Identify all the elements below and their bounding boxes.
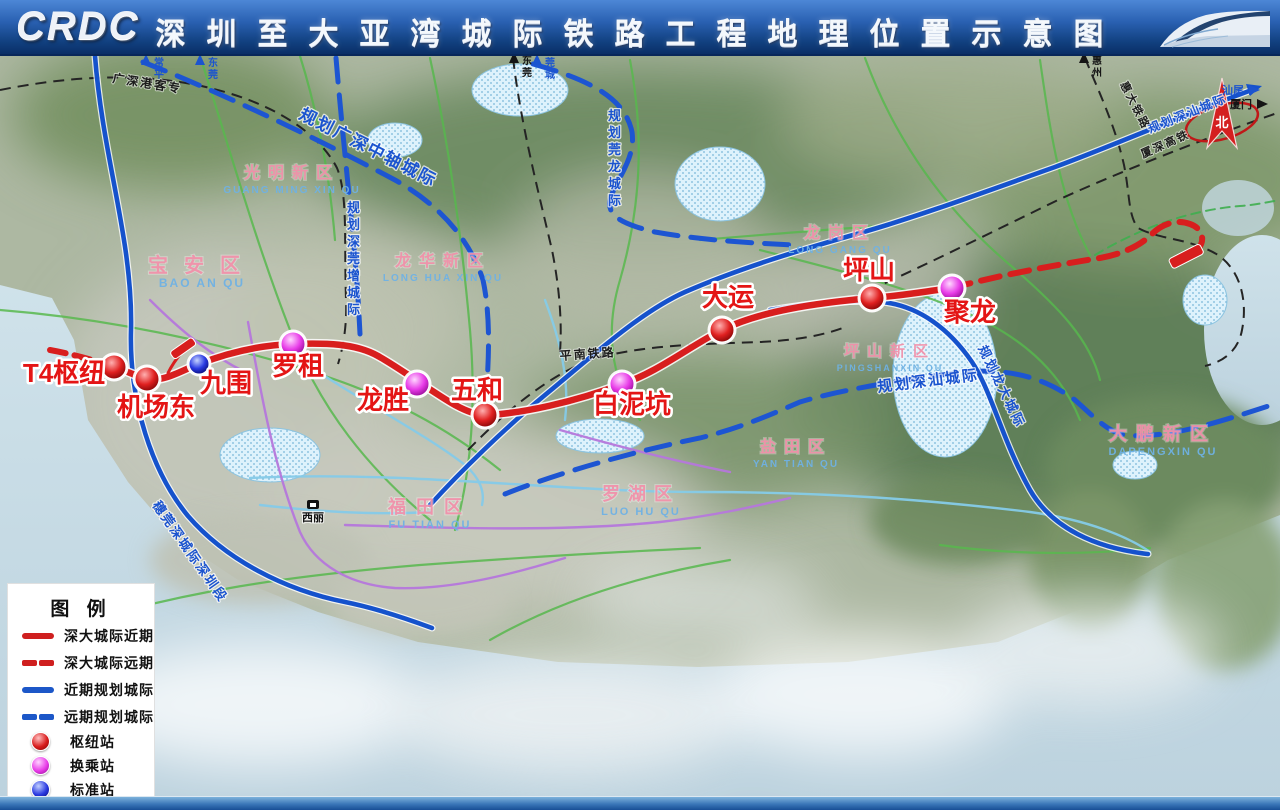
legend-label: 枢纽站 bbox=[70, 732, 115, 752]
station-label: 大运 bbox=[702, 282, 754, 312]
svg-text:福田区: 福田区 bbox=[387, 496, 472, 517]
svg-text:莞: 莞 bbox=[522, 66, 532, 79]
svg-text:LONG HUA XIN QU: LONG HUA XIN QU bbox=[383, 273, 503, 284]
hub-station-marker bbox=[135, 367, 159, 391]
legend-swatch-hub bbox=[31, 732, 50, 751]
legend-item-3: 远期规划城际 bbox=[8, 705, 154, 729]
legend-swatch-red bbox=[22, 633, 54, 639]
page: { "header": { "logo": "CRDC", "title": "… bbox=[0, 0, 1280, 810]
svg-text:光明新区: 光明新区 bbox=[243, 163, 340, 182]
svg-text:平: 平 bbox=[154, 69, 164, 81]
svg-text:西丽: 西丽 bbox=[302, 511, 324, 524]
legend-swatch-blue bbox=[22, 714, 54, 720]
district-2: 龙华新区 LONG HUA XIN QU bbox=[383, 251, 503, 284]
svg-text:汕尾: 汕尾 bbox=[1222, 83, 1244, 97]
train-icon bbox=[1158, 3, 1276, 51]
hub-station-marker bbox=[473, 403, 497, 427]
station-label: 九围 bbox=[199, 368, 252, 398]
station-label: 罗租 bbox=[272, 351, 324, 381]
station-label: 白泥坑 bbox=[593, 389, 671, 419]
map-canvas[interactable]: 北 规划广深中轴城际规划深莞增城际规划莞龙城际规划深汕城际规划龙大城际规划深汕城… bbox=[0, 0, 1280, 810]
legend-label: 远期规划城际 bbox=[64, 707, 154, 727]
legend-label: 近期规划城际 bbox=[64, 680, 154, 700]
svg-text:坪山新区: 坪山新区 bbox=[844, 342, 936, 360]
legend-swatch-red bbox=[22, 660, 54, 666]
svg-text:FU TIAN QU: FU TIAN QU bbox=[389, 519, 472, 531]
svg-text:龙岗区: 龙岗区 bbox=[803, 223, 876, 242]
station-label: 五和 bbox=[451, 375, 503, 405]
svg-text:城: 城 bbox=[545, 68, 555, 81]
legend-label: 换乘站 bbox=[70, 756, 115, 776]
svg-text:常: 常 bbox=[154, 56, 164, 69]
legend-label: 深大城际远期 bbox=[64, 653, 154, 673]
svg-text:东: 东 bbox=[208, 56, 218, 69]
station-label: 龙胜 bbox=[357, 385, 409, 415]
legend-item-1: 深大城际远期 bbox=[8, 651, 154, 675]
station-label: 坪山 bbox=[843, 255, 895, 285]
legend-panel: 图 例 深大城际近期深大城际远期近期规划城际远期规划城际枢纽站换乘站标准站 bbox=[8, 584, 154, 797]
legend-swatch-transfer bbox=[31, 756, 50, 775]
hub-station-marker bbox=[710, 318, 734, 342]
station-label: T4枢纽 bbox=[23, 358, 105, 388]
legend-item-5: 换乘站 bbox=[8, 754, 154, 777]
svg-text:龙华新区: 龙华新区 bbox=[394, 251, 491, 270]
district-0: 宝安区BAO AN QU bbox=[148, 253, 256, 290]
svg-text:YAN TIAN QU: YAN TIAN QU bbox=[753, 459, 839, 470]
svg-text:BAO AN QU: BAO AN QU bbox=[159, 276, 245, 290]
legend-item-2: 近期规划城际 bbox=[8, 678, 154, 702]
district-6: 盐田区 YAN TIAN QU bbox=[753, 437, 839, 470]
bottom-frame-bar bbox=[0, 796, 1280, 810]
district-7: 坪山新区 PINGSHANXIN QU bbox=[837, 342, 944, 373]
svg-text:宝安区: 宝安区 bbox=[148, 253, 256, 277]
legend-swatch-blue bbox=[22, 687, 54, 693]
compass-label: 北 bbox=[1215, 115, 1228, 130]
legend-item-4: 枢纽站 bbox=[8, 730, 154, 753]
page-title: 深圳至大亚湾城际铁路工程地理位置示意图 bbox=[0, 9, 1280, 53]
rail-label-1: 规划深莞增城际 bbox=[347, 200, 362, 317]
header-bar: CRDC 深圳至大亚湾城际铁路工程地理位置示意图 bbox=[0, 0, 1280, 56]
district-4: 福田区 FU TIAN QU bbox=[387, 496, 472, 531]
district-8: 大鹏新区 DAPENGXIN QU bbox=[1109, 423, 1218, 458]
svg-text:PINGSHANXIN QU: PINGSHANXIN QU bbox=[837, 363, 944, 373]
svg-text:DAPENGXIN QU: DAPENGXIN QU bbox=[1109, 446, 1218, 458]
station-label: 机场东 bbox=[117, 392, 195, 422]
svg-text:大鹏新区: 大鹏新区 bbox=[1109, 423, 1217, 444]
district-5: 罗湖区 LUO HU QU bbox=[601, 484, 681, 518]
station-label: 聚龙 bbox=[943, 297, 996, 327]
legend-label: 深大城际近期 bbox=[64, 626, 154, 646]
svg-text:罗湖区: 罗湖区 bbox=[602, 484, 680, 504]
svg-text:莞: 莞 bbox=[208, 68, 218, 81]
hub-station-marker bbox=[102, 355, 126, 379]
svg-text:州: 州 bbox=[1091, 67, 1102, 79]
svg-text:厦门: 厦门 bbox=[1230, 97, 1252, 111]
svg-text:GUANG MING XIN QU: GUANG MING XIN QU bbox=[223, 185, 360, 196]
svg-text:LUO HU QU: LUO HU QU bbox=[601, 506, 681, 518]
hub-station-marker bbox=[860, 286, 884, 310]
legend-title: 图 例 bbox=[8, 594, 154, 621]
svg-text:莞: 莞 bbox=[545, 56, 555, 69]
legend-item-0: 深大城际近期 bbox=[8, 624, 154, 648]
svg-text:盐田区: 盐田区 bbox=[760, 437, 832, 456]
